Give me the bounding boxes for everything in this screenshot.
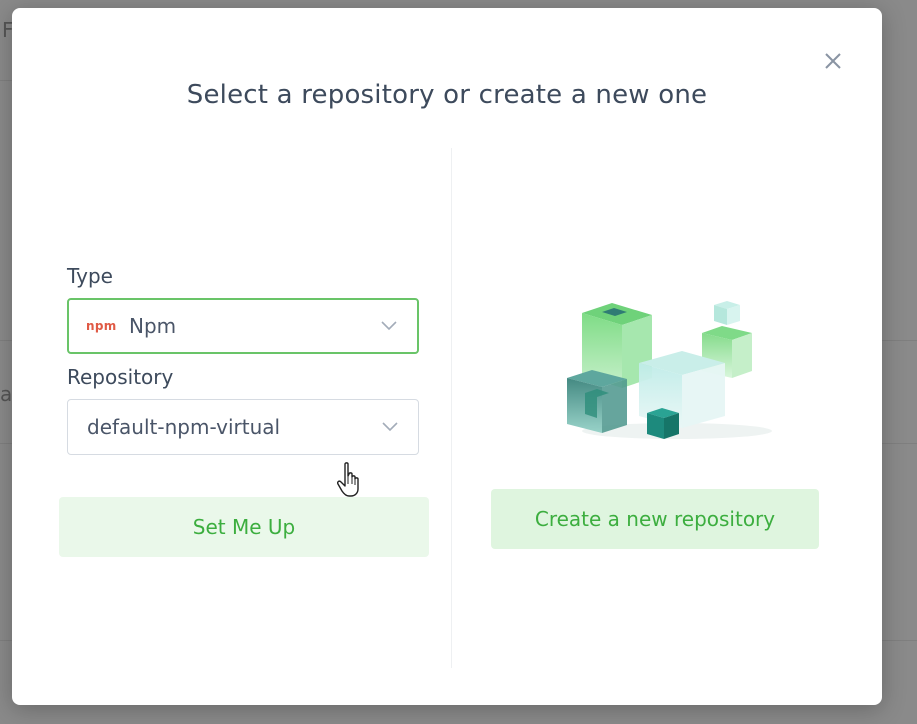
column-divider — [451, 148, 452, 668]
create-new-repository-button[interactable]: Create a new repository — [491, 489, 819, 549]
repository-cubes-illustration — [567, 301, 772, 439]
repository-select[interactable]: default-npm-virtual — [67, 399, 419, 455]
type-select-value: Npm — [129, 314, 177, 338]
type-select[interactable]: npm Npm — [67, 298, 419, 354]
type-label: Type — [67, 264, 113, 288]
modal-title: Select a repository or create a new one — [186, 80, 708, 110]
select-repository-modal: Select a repository or create a new one … — [12, 8, 882, 705]
chevron-down-icon — [381, 321, 397, 331]
repository-select-value: default-npm-virtual — [87, 415, 281, 439]
npm-logo-icon: npm — [86, 319, 117, 333]
hand-pointer-cursor-icon — [337, 462, 359, 497]
repository-label: Repository — [67, 365, 174, 389]
set-me-up-button[interactable]: Set Me Up — [59, 497, 429, 557]
background-divider — [0, 80, 12, 81]
close-icon[interactable] — [822, 50, 844, 72]
chevron-down-icon — [382, 422, 398, 432]
